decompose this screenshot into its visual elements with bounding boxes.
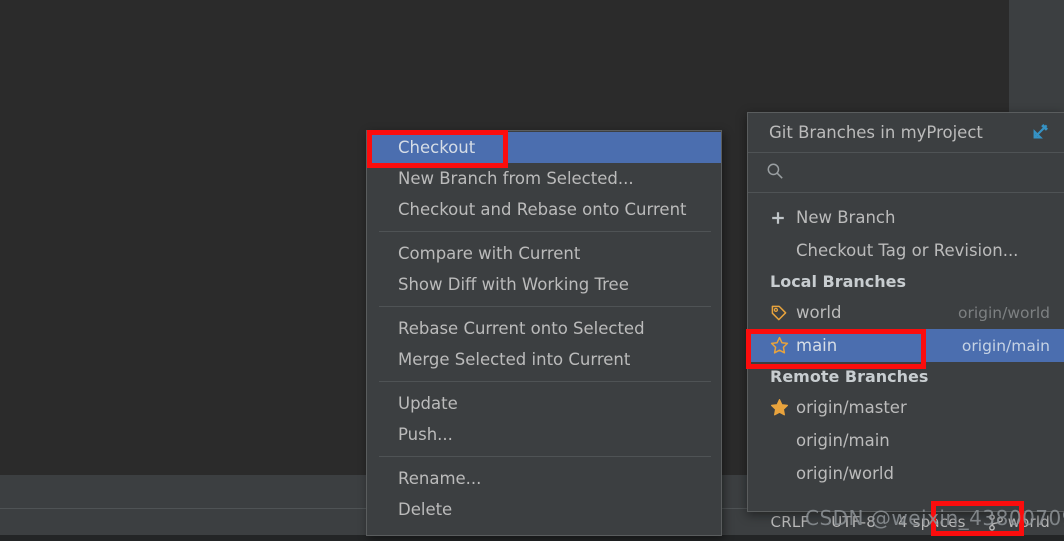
git-branches-popup-title: Git Branches in myProject — [769, 123, 983, 142]
git-branch-label-origin-main: origin/main — [796, 431, 890, 450]
menu-separator — [379, 306, 711, 307]
status-line-separator[interactable]: CRLF — [771, 513, 810, 531]
menu-group-checkout: Checkout New Branch from Selected... Che… — [367, 132, 721, 225]
menu-separator — [379, 381, 711, 382]
plus-icon — [770, 210, 796, 226]
menu-item-show-diff-with-working-tree[interactable]: Show Diff with Working Tree — [367, 269, 721, 300]
menu-group-compare: Compare with Current Show Diff with Work… — [367, 238, 721, 300]
menu-item-checkout[interactable]: Checkout — [367, 132, 721, 163]
arrow-pencil-settings-icon[interactable] — [1026, 120, 1052, 146]
menu-item-update[interactable]: Update — [367, 388, 721, 419]
menu-group-rebase: Rebase Current onto Selected Merge Selec… — [367, 313, 721, 375]
status-branch-label: world — [1007, 513, 1050, 531]
menu-item-checkout-and-rebase-onto-current[interactable]: Checkout and Rebase onto Current — [367, 194, 721, 225]
git-branch-label-origin-master: origin/master — [796, 398, 907, 417]
status-indent[interactable]: 4 spaces — [898, 513, 966, 531]
menu-item-new-branch-from-selected[interactable]: New Branch from Selected... — [367, 163, 721, 194]
star-filled-icon — [770, 398, 796, 417]
menu-item-push[interactable]: Push... — [367, 419, 721, 450]
git-branch-tracking-main: origin/main — [961, 336, 1050, 355]
git-action-new-branch[interactable]: New Branch — [748, 201, 1064, 234]
menu-item-rebase-current-onto-selected[interactable]: Rebase Current onto Selected — [367, 313, 721, 344]
git-group-local-branches: Local Branches — [770, 272, 907, 291]
git-branch-row-origin-world[interactable]: origin/world — [748, 457, 1064, 490]
menu-separator — [379, 231, 711, 232]
branch-context-menu[interactable]: Checkout New Branch from Selected... Che… — [366, 130, 722, 536]
git-branches-search-row[interactable] — [748, 153, 1064, 193]
git-branch-label-world: world — [796, 303, 842, 322]
menu-item-rename[interactable]: Rename... — [367, 463, 721, 494]
git-branch-row-origin-master[interactable]: origin/master — [748, 391, 1064, 424]
search-input[interactable] — [784, 162, 1064, 183]
git-branches-popup[interactable]: Git Branches in myProject New Branch Che… — [747, 112, 1064, 512]
git-branches-list: New Branch Checkout Tag or Revision... L… — [748, 193, 1064, 490]
star-outline-icon — [770, 336, 796, 355]
search-icon — [766, 162, 784, 184]
menu-group-manage: Rename... Delete — [367, 463, 721, 525]
git-branches-popup-header: Git Branches in myProject — [748, 113, 1064, 153]
tag-icon — [770, 304, 796, 322]
menu-item-merge-selected-into-current[interactable]: Merge Selected into Current — [367, 344, 721, 375]
menu-item-delete[interactable]: Delete — [367, 494, 721, 525]
git-group-remote-branches: Remote Branches — [770, 367, 929, 386]
git-action-checkout-tag-label: Checkout Tag or Revision... — [796, 241, 1019, 260]
git-branch-row-world[interactable]: world origin/world — [748, 296, 1064, 329]
menu-group-sync: Update Push... — [367, 388, 721, 450]
git-branch-icon — [988, 513, 1003, 531]
status-branch-widget[interactable]: world — [988, 513, 1050, 531]
git-action-new-branch-label: New Branch — [796, 208, 896, 227]
git-branch-row-main[interactable]: main origin/main — [748, 329, 1064, 362]
status-encoding[interactable]: UTF-8 — [831, 513, 876, 531]
menu-separator — [379, 456, 711, 457]
git-action-checkout-tag-or-revision[interactable]: Checkout Tag or Revision... — [748, 234, 1064, 267]
git-branch-row-origin-main[interactable]: origin/main — [748, 424, 1064, 457]
git-branch-label-origin-world: origin/world — [796, 464, 894, 483]
git-branch-tracking-world: origin/world — [957, 303, 1050, 322]
git-branch-label-main: main — [796, 336, 838, 355]
menu-item-compare-with-current[interactable]: Compare with Current — [367, 238, 721, 269]
